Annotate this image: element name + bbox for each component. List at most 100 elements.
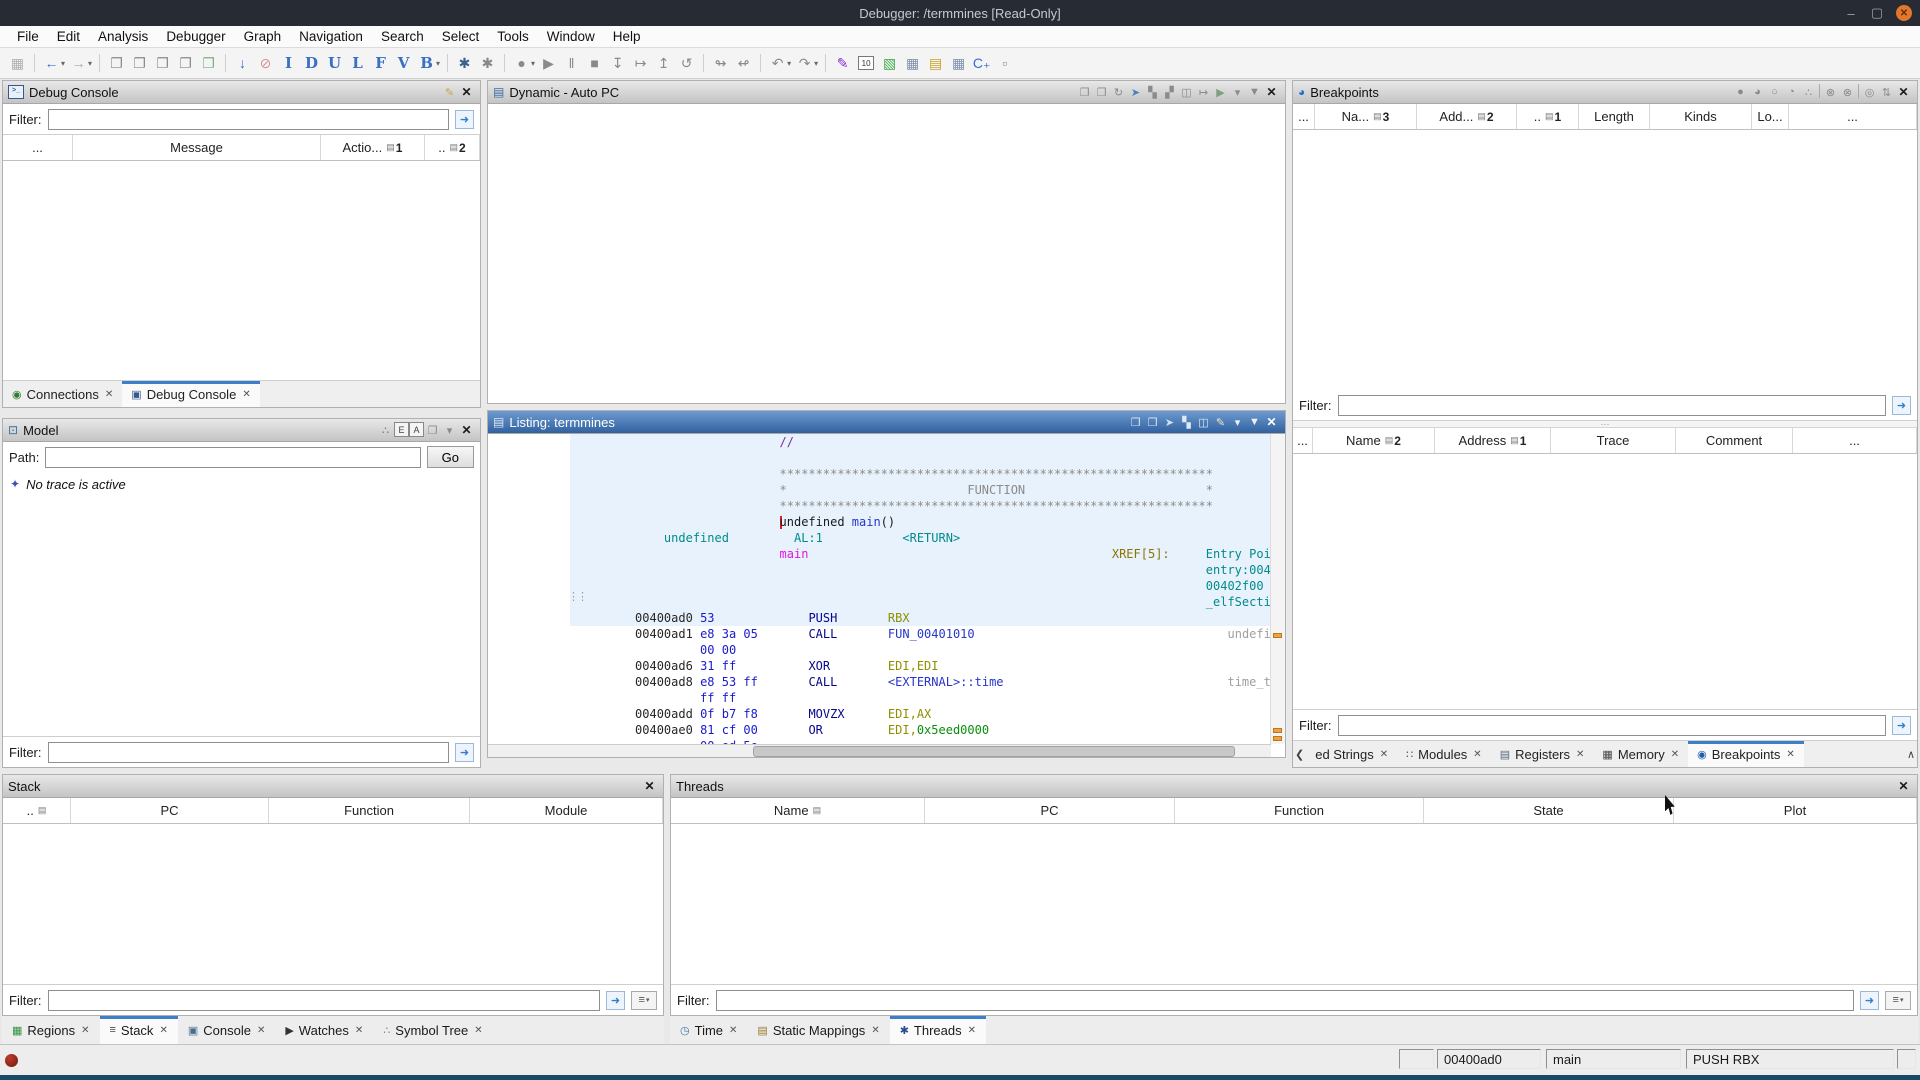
column-header-more[interactable]: ...: [1293, 104, 1315, 129]
paste-icon[interactable]: ❐: [1144, 414, 1161, 430]
column-header-more[interactable]: ...: [1789, 104, 1917, 129]
column-header-lo[interactable]: Lo...: [1752, 104, 1789, 129]
clear-filter-icon[interactable]: ➜: [455, 109, 474, 129]
menu-window[interactable]: Window: [538, 29, 604, 44]
column-header-more[interactable]: ...: [1293, 428, 1313, 453]
model-body[interactable]: [3, 496, 480, 736]
memory-table-icon[interactable]: ▦: [948, 53, 969, 74]
column-settings-icon[interactable]: ≡ ▾: [631, 990, 657, 1010]
tab-threads[interactable]: ✱ Threads ✕: [889, 1016, 987, 1044]
scrollbar-thumb[interactable]: [753, 746, 1235, 757]
panel-menu-icon[interactable]: ▼: [1246, 84, 1263, 100]
clear-filter-icon[interactable]: ➜: [1892, 715, 1911, 735]
step-over-icon[interactable]: ↦: [630, 53, 651, 74]
resume-icon[interactable]: ▶: [538, 53, 559, 74]
clear-filter-icon[interactable]: ➜: [455, 742, 474, 762]
tab-ed-strings[interactable]: ed Strings ✕: [1306, 741, 1397, 767]
column-header-more[interactable]: ...: [1793, 428, 1917, 453]
tab-console[interactable]: ▣ Console ✕: [178, 1016, 276, 1044]
breakpoints-header[interactable]: ◕ Breakpoints ● ◕ ○ ◔ ∴ ⊗ ⊗ ◎ ⇅ ✕: [1293, 81, 1917, 104]
misc-tool-icon[interactable]: ▫: [994, 53, 1015, 74]
column-header-more[interactable]: .. ▤ 1: [1517, 104, 1579, 129]
tab-symbol-tree[interactable]: ∴ Symbol Tree ✕: [373, 1016, 492, 1044]
copy-icon[interactable]: ❐: [106, 53, 127, 74]
save-icon[interactable]: ▦: [7, 53, 28, 74]
close-tab-icon[interactable]: ✕: [1576, 749, 1584, 760]
dynamic-header[interactable]: ▤ Dynamic - Auto PC ❐ ❐ ↻ ➤ ▚ ▞ ◫ ↦ ▶ ▾ ▼ ✕: [488, 81, 1285, 104]
column-header-add[interactable]: Add... ▤ 2: [1417, 104, 1517, 129]
open-folder-icon[interactable]: ▤: [925, 53, 946, 74]
tab-regions[interactable]: ▦ Regions ✕: [2, 1016, 100, 1044]
tab-modules[interactable]: ∷ Modules ✕: [1397, 741, 1491, 767]
configure-icon[interactable]: ⇅: [1878, 84, 1895, 100]
dynamic-body[interactable]: [488, 104, 1285, 403]
clear-filter-icon[interactable]: ➜: [1860, 990, 1879, 1010]
column-header-na[interactable]: Na... ▤ 3: [1315, 104, 1417, 129]
column-header-more[interactable]: .. ▤: [3, 798, 71, 823]
paste-special-icon[interactable]: ❐: [175, 53, 196, 74]
undo-icon-dropdown[interactable]: ▾: [787, 59, 791, 68]
tab-memory[interactable]: ▦ Memory ✕: [1593, 741, 1688, 767]
splitter-handle[interactable]: ⋯: [1293, 419, 1917, 428]
close-icon[interactable]: ✕: [1263, 84, 1280, 100]
sync-static-icon[interactable]: ▚: [1178, 414, 1195, 430]
undo-icon[interactable]: ↶: [767, 53, 788, 74]
menu-search[interactable]: Search: [372, 29, 433, 44]
skip-over-icon[interactable]: ↫: [733, 53, 754, 74]
threads-body[interactable]: [671, 824, 1917, 984]
model-header[interactable]: ⊡ Model ∴ E A ❐ ▾ ✕: [3, 419, 480, 442]
close-tab-icon[interactable]: ✕: [871, 1025, 879, 1036]
close-tab-icon[interactable]: ✕: [105, 389, 113, 400]
stop-icon[interactable]: ■: [584, 53, 605, 74]
filter-input[interactable]: [1337, 394, 1886, 416]
define-data-icon[interactable]: D: [301, 53, 322, 74]
disable-breakpoint-icon[interactable]: ○: [1766, 84, 1783, 100]
close-window-icon[interactable]: ✕: [1896, 5, 1912, 21]
bookmark-marker[interactable]: [1273, 728, 1282, 733]
make-effective-icon[interactable]: ∴: [1800, 84, 1817, 100]
menu-file[interactable]: File: [8, 29, 48, 44]
close-tab-icon[interactable]: ✕: [159, 1025, 167, 1036]
clear-console-icon[interactable]: ✎: [441, 84, 458, 100]
debug-console-header[interactable]: >_ Debug Console ✎ ✕: [3, 81, 480, 104]
clear-code-icon[interactable]: ⊘: [255, 53, 276, 74]
menu-select[interactable]: Select: [433, 29, 489, 44]
column-header-trace[interactable]: Trace: [1551, 428, 1676, 453]
go-button[interactable]: Go: [426, 446, 474, 468]
attach-icon[interactable]: ✱: [477, 53, 498, 74]
tab-registers[interactable]: ▤ Registers ✕: [1491, 741, 1594, 767]
capture-icon[interactable]: ◫: [1178, 84, 1195, 100]
close-tab-icon[interactable]: ✕: [1786, 749, 1794, 760]
column-header-function[interactable]: Function: [1175, 798, 1424, 823]
dropdown-icon[interactable]: ▾: [1229, 414, 1246, 430]
column-header-kinds[interactable]: Kinds: [1650, 104, 1752, 129]
filter-input[interactable]: [47, 989, 600, 1011]
close-tab-icon[interactable]: ✕: [1473, 749, 1481, 760]
close-tab-icon[interactable]: ✕: [355, 1025, 363, 1036]
close-icon[interactable]: ✕: [1895, 778, 1912, 794]
menu-analysis[interactable]: Analysis: [89, 29, 157, 44]
redo-icon-dropdown[interactable]: ▾: [814, 59, 818, 68]
create-label-icon[interactable]: L: [347, 53, 368, 74]
sync-static-icon[interactable]: ▚: [1144, 84, 1161, 100]
close-icon[interactable]: ✕: [1895, 84, 1912, 100]
bookmark-marker[interactable]: [1273, 736, 1282, 741]
edit-mode-icon[interactable]: ✎: [832, 53, 853, 74]
tab-connections[interactable]: ◉ Connections ✕: [3, 381, 122, 407]
column-header-actio[interactable]: Actio... ▤ 1: [321, 135, 425, 160]
menu-tools[interactable]: Tools: [488, 29, 538, 44]
bp-table1-body[interactable]: [1293, 130, 1917, 390]
close-icon[interactable]: ✕: [458, 422, 475, 438]
maximize-icon[interactable]: ▢: [1870, 5, 1884, 21]
clear-filter-icon[interactable]: ➜: [1892, 395, 1911, 415]
edit-icon[interactable]: ✎: [1212, 414, 1229, 430]
tab-breakpoints[interactable]: ◉ Breakpoints ✕: [1688, 741, 1804, 767]
tab-debug-console[interactable]: ▣ Debug Console ✕: [122, 381, 261, 407]
bookmark-marker[interactable]: [1273, 633, 1282, 638]
status-icon[interactable]: [5, 1054, 18, 1067]
close-tab-icon[interactable]: ✕: [257, 1025, 265, 1036]
listing-content[interactable]: // *************************************…: [570, 434, 1271, 744]
redo-icon[interactable]: ↷: [794, 53, 815, 74]
interrupt-icon[interactable]: ‖: [561, 53, 582, 74]
back-icon-dropdown[interactable]: ▾: [61, 59, 65, 68]
